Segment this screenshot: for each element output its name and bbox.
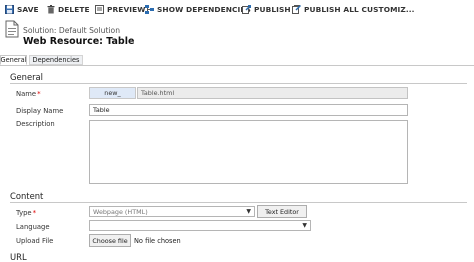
display-name-label: Display Name — [16, 107, 64, 115]
name-label: Name* — [16, 90, 41, 98]
required-marker: * — [32, 209, 37, 217]
choose-file-button[interactable]: Choose file — [89, 234, 131, 247]
name-field[interactable]: Table.html — [137, 87, 408, 99]
publish-icon — [242, 4, 251, 14]
section-content-title: Content — [10, 191, 44, 201]
description-field[interactable] — [89, 120, 408, 184]
preview-icon — [95, 4, 104, 14]
web-resource-icon — [5, 20, 19, 38]
display-name-field[interactable]: Table — [89, 104, 408, 116]
chevron-down-icon: ▼ — [246, 208, 251, 215]
page-title: Web Resource: Table — [23, 36, 135, 47]
publish-all-icon — [292, 4, 301, 14]
file-status: No file chosen — [134, 237, 181, 245]
name-prefix: new_ — [89, 87, 136, 99]
preview-button[interactable]: PREVIEW — [95, 3, 146, 15]
type-label: Type* — [16, 209, 36, 217]
required-marker: * — [37, 90, 41, 98]
tab-dependencies[interactable]: Dependencies — [29, 55, 83, 65]
delete-label: DELETE — [58, 4, 90, 14]
type-select-value: Webpage (HTML) — [93, 207, 148, 216]
publish-button[interactable]: PUBLISH — [242, 3, 291, 15]
chevron-down-icon: ▼ — [302, 222, 307, 229]
upload-file-label: Upload File — [16, 237, 54, 245]
type-label-text: Type — [16, 209, 32, 217]
solution-name: Solution: Default Solution — [23, 26, 121, 35]
show-dependencies-label: SHOW DEPENDENCIES — [157, 4, 251, 14]
delete-button[interactable]: DELETE — [47, 3, 90, 15]
show-dependencies-button[interactable]: SHOW DEPENDENCIES — [145, 3, 251, 15]
dependencies-icon — [145, 4, 154, 14]
language-select[interactable]: ▼ — [89, 220, 311, 231]
publish-all-button[interactable]: PUBLISH ALL CUSTOMIZ... — [292, 3, 415, 15]
publish-all-label: PUBLISH ALL CUSTOMIZ... — [304, 4, 415, 14]
section-divider — [10, 83, 467, 84]
section-divider — [10, 202, 467, 203]
text-editor-button[interactable]: Text Editor — [257, 205, 307, 218]
command-bar: SAVE DELETE PREVIEW SHOW DEPENDENCIES PU… — [0, 0, 474, 17]
section-general-title: General — [10, 72, 44, 82]
publish-label: PUBLISH — [254, 4, 291, 14]
tab-general[interactable]: General — [0, 55, 27, 65]
save-icon — [5, 4, 14, 14]
section-url-title: URL — [10, 252, 27, 262]
preview-label: PREVIEW — [107, 4, 146, 14]
name-label-text: Name — [16, 90, 37, 98]
save-label: SAVE — [17, 4, 39, 14]
trash-icon — [47, 4, 55, 13]
language-label: Language — [16, 223, 50, 231]
save-button[interactable]: SAVE — [5, 3, 39, 15]
description-label: Description — [16, 120, 55, 128]
type-select[interactable]: Webpage (HTML) ▼ — [89, 206, 255, 217]
